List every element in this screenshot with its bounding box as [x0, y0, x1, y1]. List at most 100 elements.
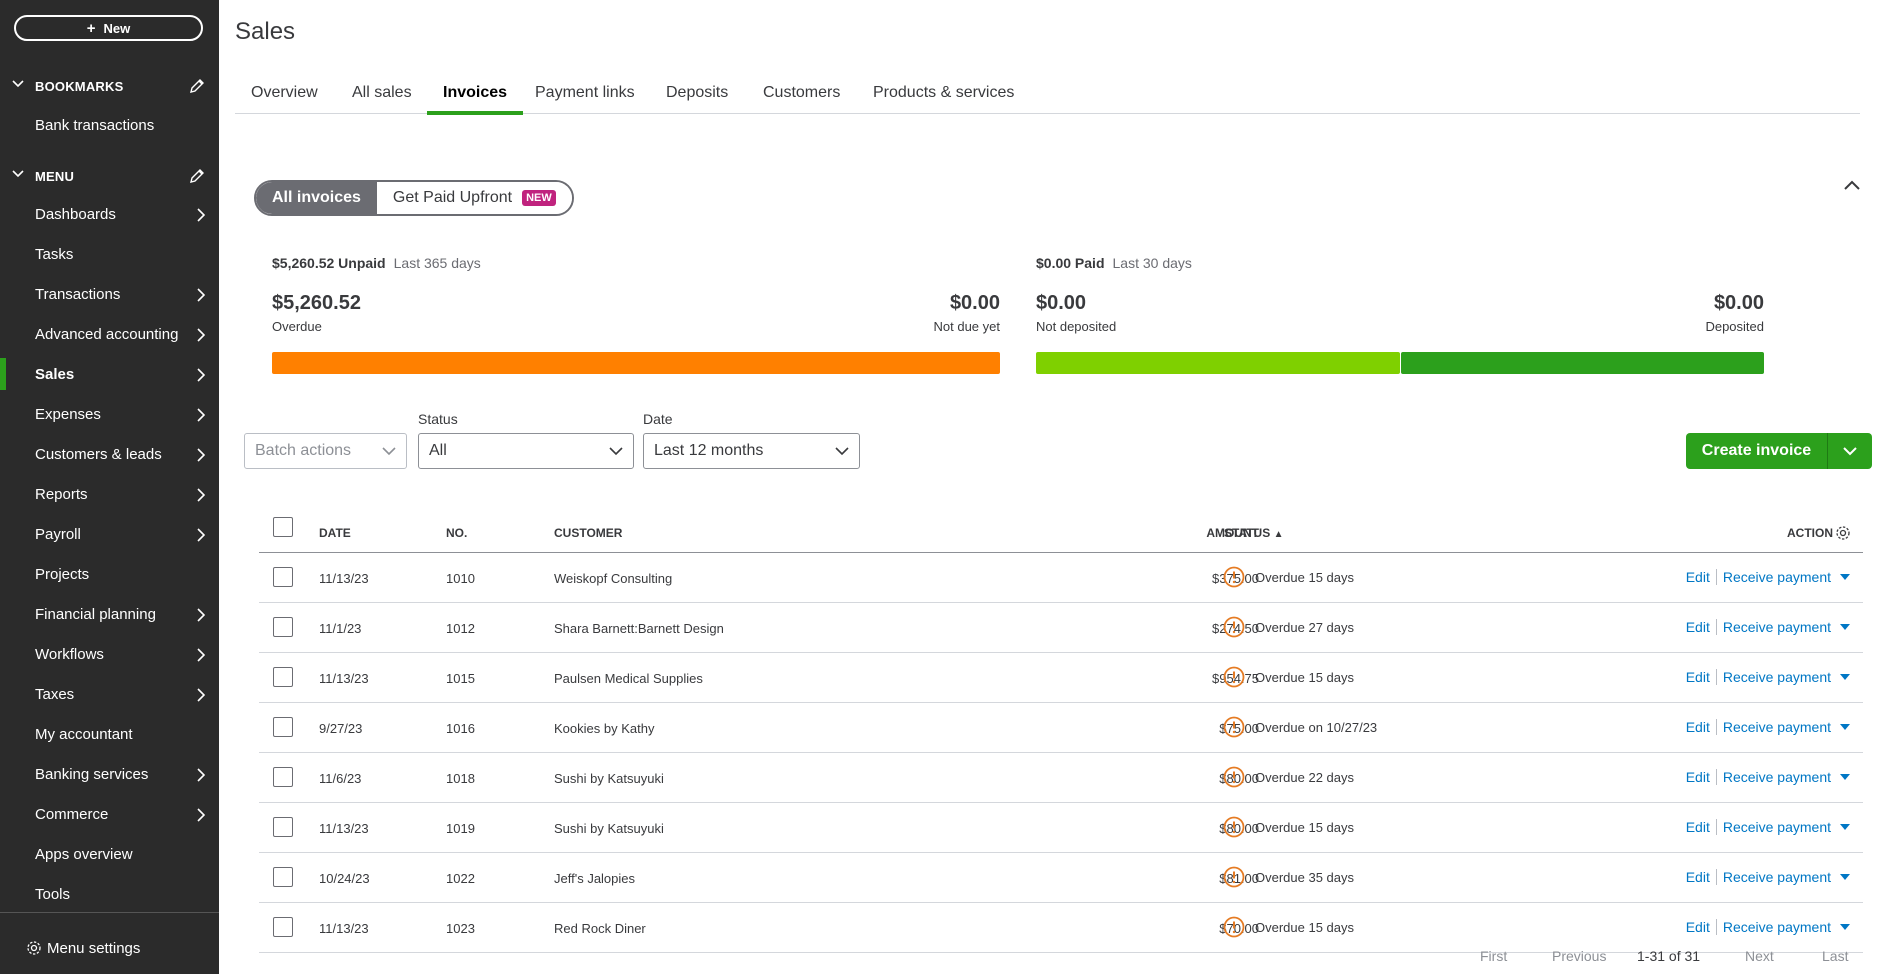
date-filter-dropdown[interactable]: Last 12 months	[643, 433, 860, 469]
pager-last[interactable]: Last	[1822, 948, 1848, 964]
row-checkbox[interactable]	[273, 917, 293, 937]
deposited-amount: $0.00	[1713, 292, 1764, 314]
batch-actions-dropdown[interactable]: Batch actions	[244, 433, 407, 469]
sidebar-item-expenses[interactable]: Expenses	[0, 396, 219, 432]
receive-payment-link[interactable]: Receive payment	[1723, 919, 1831, 935]
table-row[interactable]: 11/6/23 1018 Sushi by Katsuyuki $80.00 Overd…	[259, 753, 1863, 803]
edit-link[interactable]: Edit	[1686, 919, 1710, 935]
edit-link[interactable]: Edit	[1686, 769, 1710, 785]
status-filter-dropdown[interactable]: All	[418, 433, 634, 469]
overdue-bar[interactable]	[272, 352, 1000, 374]
sidebar-item-dashboards[interactable]: Dashboards	[0, 196, 219, 232]
sidebar-item-projects[interactable]: Projects	[0, 556, 219, 592]
bookmarks-header[interactable]: BOOKMARKS	[0, 72, 219, 100]
sidebar-item-payroll[interactable]: Payroll	[0, 516, 219, 552]
edit-link[interactable]: Edit	[1686, 719, 1710, 735]
not-deposited-bar[interactable]	[1036, 352, 1400, 374]
caret-down-icon[interactable]	[1839, 922, 1851, 932]
edit-bookmarks-pencil-icon[interactable]	[189, 78, 205, 94]
table-row[interactable]: 9/27/23 1016 Kookies by Kathy $75.00 Overdue…	[259, 703, 1863, 753]
all-invoices-toggle[interactable]: All invoices	[256, 182, 377, 214]
tab-deposits[interactable]: Deposits	[666, 84, 728, 114]
table-row[interactable]: 10/24/23 1022 Jeff's Jalopies $81.00 Overdue…	[259, 853, 1863, 903]
row-checkbox[interactable]	[273, 717, 293, 737]
pager-next[interactable]: Next	[1745, 948, 1774, 964]
header-no[interactable]: NO.	[446, 526, 467, 540]
caret-down-icon[interactable]	[1839, 572, 1851, 582]
table-settings-gear-icon[interactable]	[1835, 525, 1851, 541]
table-row[interactable]: 11/13/23 1019 Sushi by Katsuyuki $80.00 Over…	[259, 803, 1863, 853]
sidebar-item-label: Advanced accounting	[35, 325, 179, 343]
caret-down-icon[interactable]	[1839, 872, 1851, 882]
sidebar-item-transactions[interactable]: Transactions	[0, 276, 219, 312]
deposited-bar[interactable]	[1401, 352, 1764, 374]
sidebar-item-sales[interactable]: Sales	[0, 356, 219, 392]
table-row[interactable]: 11/13/23 1023 Red Rock Diner $70.00 Overdue …	[259, 903, 1863, 953]
sidebar-item-bank-transactions[interactable]: Bank transactions	[0, 107, 219, 143]
chevron-up-icon[interactable]	[1843, 178, 1861, 192]
select-all-checkbox[interactable]	[273, 517, 293, 537]
pager-previous[interactable]: Previous	[1552, 948, 1606, 964]
sidebar-item-tasks[interactable]: Tasks	[0, 236, 219, 272]
row-checkbox[interactable]	[273, 767, 293, 787]
caret-down-icon[interactable]	[1839, 672, 1851, 682]
row-checkbox[interactable]	[273, 817, 293, 837]
tab-payment-links[interactable]: Payment links	[535, 84, 635, 114]
tab-invoices[interactable]: Invoices	[427, 84, 524, 115]
create-invoice-more-button[interactable]	[1828, 433, 1872, 469]
receive-payment-link[interactable]: Receive payment	[1723, 869, 1831, 885]
sidebar-item-taxes[interactable]: Taxes	[0, 676, 219, 712]
sidebar-item-commerce[interactable]: Commerce	[0, 796, 219, 832]
sidebar-item-advanced-accounting[interactable]: Advanced accounting	[0, 316, 219, 352]
caret-down-icon[interactable]	[1839, 622, 1851, 632]
edit-link[interactable]: Edit	[1686, 569, 1710, 585]
sidebar-item-apps-overview[interactable]: Apps overview	[0, 836, 219, 872]
tab-customers[interactable]: Customers	[763, 84, 840, 114]
header-status[interactable]: STATUS ▲	[1224, 526, 1283, 540]
tab-label: Customers	[763, 84, 841, 101]
get-paid-upfront-toggle[interactable]: Get Paid Upfront NEW	[376, 182, 572, 214]
sidebar-item-reports[interactable]: Reports	[0, 476, 219, 512]
menu-settings-button[interactable]: Menu settings	[0, 930, 219, 966]
receive-payment-link[interactable]: Receive payment	[1723, 719, 1831, 735]
caret-down-icon[interactable]	[1839, 822, 1851, 832]
new-button[interactable]: + New	[14, 15, 203, 41]
edit-menu-pencil-icon[interactable]	[189, 168, 205, 184]
caret-down-icon[interactable]	[1839, 722, 1851, 732]
receive-payment-link[interactable]: Receive payment	[1723, 569, 1831, 585]
table-row[interactable]: 11/13/23 1010 Weiskopf Consulting $375.00 Ov…	[259, 553, 1863, 603]
cell-date: 9/27/23	[319, 721, 363, 736]
sidebar-item-workflows[interactable]: Workflows	[0, 636, 219, 672]
chevron-down-icon	[12, 170, 24, 178]
row-checkbox[interactable]	[273, 867, 293, 887]
sidebar-item-financial-planning[interactable]: Financial planning	[0, 596, 219, 632]
header-customer[interactable]: CUSTOMER	[554, 526, 622, 540]
sidebar-divider	[0, 912, 219, 913]
row-checkbox[interactable]	[273, 567, 293, 587]
table-row[interactable]: 11/13/23 1015 Paulsen Medical Supplies $954…	[259, 653, 1863, 703]
tab-all-sales[interactable]: All sales	[352, 84, 412, 114]
edit-link[interactable]: Edit	[1686, 819, 1710, 835]
header-date[interactable]: DATE	[319, 526, 351, 540]
tab-overview[interactable]: Overview	[251, 84, 318, 114]
row-checkbox[interactable]	[273, 667, 293, 687]
edit-link[interactable]: Edit	[1686, 869, 1710, 885]
sidebar-item-customers-leads[interactable]: Customers & leads	[0, 436, 219, 472]
pager-first[interactable]: First	[1480, 948, 1507, 964]
sidebar-item-my-accountant[interactable]: My accountant	[0, 716, 219, 752]
receive-payment-link[interactable]: Receive payment	[1723, 819, 1831, 835]
caret-down-icon[interactable]	[1839, 772, 1851, 782]
row-checkbox[interactable]	[273, 617, 293, 637]
sidebar-item-tools[interactable]: Tools	[0, 876, 219, 912]
tab-products-services[interactable]: Products & services	[873, 84, 1014, 114]
edit-link[interactable]: Edit	[1686, 619, 1710, 635]
edit-link[interactable]: Edit	[1686, 669, 1710, 685]
menu-header[interactable]: MENU	[0, 162, 219, 190]
sidebar-item-banking-services[interactable]: Banking services	[0, 756, 219, 792]
receive-payment-link[interactable]: Receive payment	[1723, 769, 1831, 785]
create-invoice-button[interactable]: Create invoice	[1686, 433, 1828, 469]
table-row[interactable]: 11/1/23 1012 Shara Barnett:Barnett Design $…	[259, 603, 1863, 653]
receive-payment-link[interactable]: Receive payment	[1723, 669, 1831, 685]
receive-payment-link[interactable]: Receive payment	[1723, 619, 1831, 635]
cell-status: Overdue 15 days	[1223, 666, 1354, 688]
